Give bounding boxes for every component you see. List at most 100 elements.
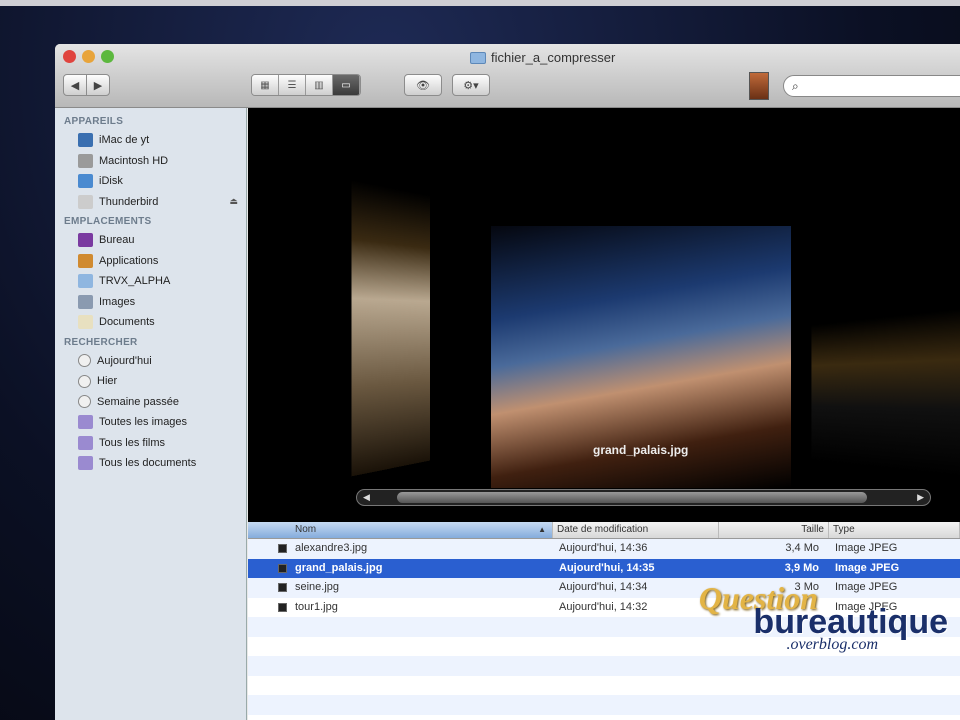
file-date: Aujourd'hui, 14:36 <box>559 542 648 554</box>
desktop-icon <box>78 233 93 248</box>
file-type: Image JPEG <box>835 600 898 613</box>
file-name: tour1.jpg <box>248 598 553 618</box>
file-name: seine.jpg <box>248 578 553 598</box>
sidebar-item[interactable]: iDisk <box>55 171 246 192</box>
sidebar-item-label: Hier <box>97 375 118 388</box>
table-row[interactable]: tour1.jpg Aujourd'hui, 14:32 Image JPEG <box>248 598 960 618</box>
quicklook-button[interactable]: 👁 <box>404 74 442 96</box>
search-input[interactable]: ⌕ <box>783 75 960 97</box>
scroll-right-icon[interactable]: ▶ <box>917 490 924 505</box>
cover-alexandre3[interactable] <box>351 179 430 477</box>
pictures-icon <box>78 294 93 309</box>
sidebar-section-header[interactable]: APPAREILS <box>55 112 246 130</box>
sidebar-item[interactable]: Tous les documents <box>55 453 246 474</box>
sort-ascending-icon: ▲ <box>538 525 546 534</box>
sidebar-item[interactable]: Documents <box>55 312 246 333</box>
zoom-button[interactable] <box>101 50 114 63</box>
column-type[interactable]: Type <box>829 522 960 538</box>
hard-drive-icon <box>78 153 93 168</box>
jpeg-file-icon <box>278 602 287 612</box>
eject-icon[interactable]: ⏏ <box>229 196 238 207</box>
action-menu-button[interactable]: ⚙▾ <box>452 74 490 96</box>
column-size[interactable]: Taille <box>719 522 829 538</box>
file-type: Image JPEG <box>835 581 898 593</box>
empty-row <box>248 695 960 715</box>
file-size: 3,4 Mo <box>785 542 819 554</box>
file-size <box>719 598 829 618</box>
folder-icon <box>78 274 93 289</box>
file-name-text: grand_palais.jpg <box>295 561 383 574</box>
sidebar-item[interactable]: Semaine passée <box>55 392 246 413</box>
title-bar: fichier_a_compresser ◀ ▶ ▦ ☰ ▥ ▭ 👁 ⚙▾ ⌕ <box>55 44 960 108</box>
window-title: fichier_a_compresser <box>470 50 615 65</box>
file-date: Aujourd'hui, 14:34 <box>559 581 648 593</box>
jpeg-file-icon <box>278 583 287 592</box>
cover-seine[interactable] <box>811 309 960 477</box>
sidebar-item-label: Bureau <box>99 234 135 247</box>
sidebar-item-label: iMac de yt <box>99 134 150 147</box>
sidebar: APPAREILS iMac de yt Macintosh HD iDisk Thun… <box>55 108 247 720</box>
sidebar-item[interactable]: Bureau <box>55 230 246 251</box>
list-view-button[interactable]: ☰ <box>279 75 306 95</box>
column-view-button[interactable]: ▥ <box>306 75 333 95</box>
forward-button[interactable]: ▶ <box>86 74 110 96</box>
sidebar-item[interactable]: Toutes les images <box>55 412 246 433</box>
scroll-thumb[interactable] <box>397 492 867 503</box>
file-name: grand_palais.jpg <box>248 559 553 579</box>
sidebar-section-header[interactable]: RECHERCHER <box>55 333 246 351</box>
sidebar-item-label: Toutes les images <box>99 416 188 429</box>
sidebar-item-label: Tous les documents <box>99 457 197 470</box>
smart-folder-icon <box>78 415 93 430</box>
icon-view-button[interactable]: ▦ <box>252 75 279 95</box>
clock-icon <box>78 354 91 368</box>
sidebar-item[interactable]: Images <box>55 292 246 313</box>
sidebar-item-label: Aujourd'hui <box>97 354 152 367</box>
sidebar-item[interactable]: Aujourd'hui <box>55 351 246 372</box>
file-date: Aujourd'hui, 14:35 <box>559 561 655 574</box>
coverflow-area[interactable]: grand_palais.jpg ◀ ▶ <box>248 108 960 522</box>
menu-bar <box>0 0 960 6</box>
sidebar-item[interactable]: Macintosh HD <box>55 151 246 172</box>
back-button[interactable]: ◀ <box>63 74 87 96</box>
empty-row <box>248 637 960 657</box>
file-name: alexandre3.jpg <box>248 539 553 559</box>
file-size: 3 Mo <box>794 581 819 593</box>
sidebar-item-label: Images <box>99 295 136 308</box>
column-date[interactable]: Date de modification <box>553 522 719 538</box>
sidebar-item[interactable]: Thunderbird ⏏ <box>55 192 246 213</box>
sidebar-item-label: Applications <box>99 254 159 267</box>
table-row[interactable]: seine.jpg Aujourd'hui, 14:34 3 Mo Image JPE… <box>248 578 960 598</box>
table-row[interactable]: grand_palais.jpg Aujourd'hui, 14:35 3,9 Mo… <box>248 558 960 579</box>
column-name-label: Nom <box>295 524 317 535</box>
clock-icon <box>78 395 91 409</box>
sidebar-item[interactable]: Applications <box>55 251 246 272</box>
smart-folder-icon <box>78 456 93 471</box>
coverflow-view-button[interactable]: ▭ <box>333 75 360 95</box>
sidebar-item-label: Tous les films <box>99 436 166 449</box>
empty-row <box>248 676 960 696</box>
sidebar-item[interactable]: iMac de yt <box>55 130 246 151</box>
sidebar-item[interactable]: Tous les films <box>55 433 246 454</box>
disk-image-icon <box>78 194 93 209</box>
file-type: Image JPEG <box>835 542 898 554</box>
documents-icon <box>78 315 93 330</box>
finder-window: fichier_a_compresser ◀ ▶ ▦ ☰ ▥ ▭ 👁 ⚙▾ ⌕ … <box>55 44 960 720</box>
file-size: 3,9 Mo <box>784 561 819 574</box>
sidebar-item[interactable]: TRVX_ALPHA <box>55 271 246 292</box>
user-avatar <box>749 72 769 100</box>
empty-row <box>248 617 960 637</box>
idisk-icon <box>78 174 93 189</box>
minimize-button[interactable] <box>82 50 95 63</box>
scroll-left-icon[interactable]: ◀ <box>363 490 370 505</box>
sidebar-section-header[interactable]: EMPLACEMENTS <box>55 212 246 230</box>
table-row[interactable]: alexandre3.jpg Aujourd'hui, 14:36 3,4 Mo Im… <box>248 539 960 559</box>
empty-row <box>248 656 960 676</box>
jpeg-file-icon <box>278 544 287 553</box>
file-list: Nom ▲ Date de modification Taille Type al… <box>248 522 960 720</box>
file-date: Aujourd'hui, 14:32 <box>559 600 648 613</box>
column-name[interactable]: Nom ▲ <box>248 522 553 538</box>
sidebar-item[interactable]: Hier <box>55 371 246 392</box>
coverflow-scrollbar[interactable]: ◀ ▶ <box>356 489 931 506</box>
sidebar-item-label: Documents <box>99 316 155 329</box>
close-button[interactable] <box>63 50 76 63</box>
